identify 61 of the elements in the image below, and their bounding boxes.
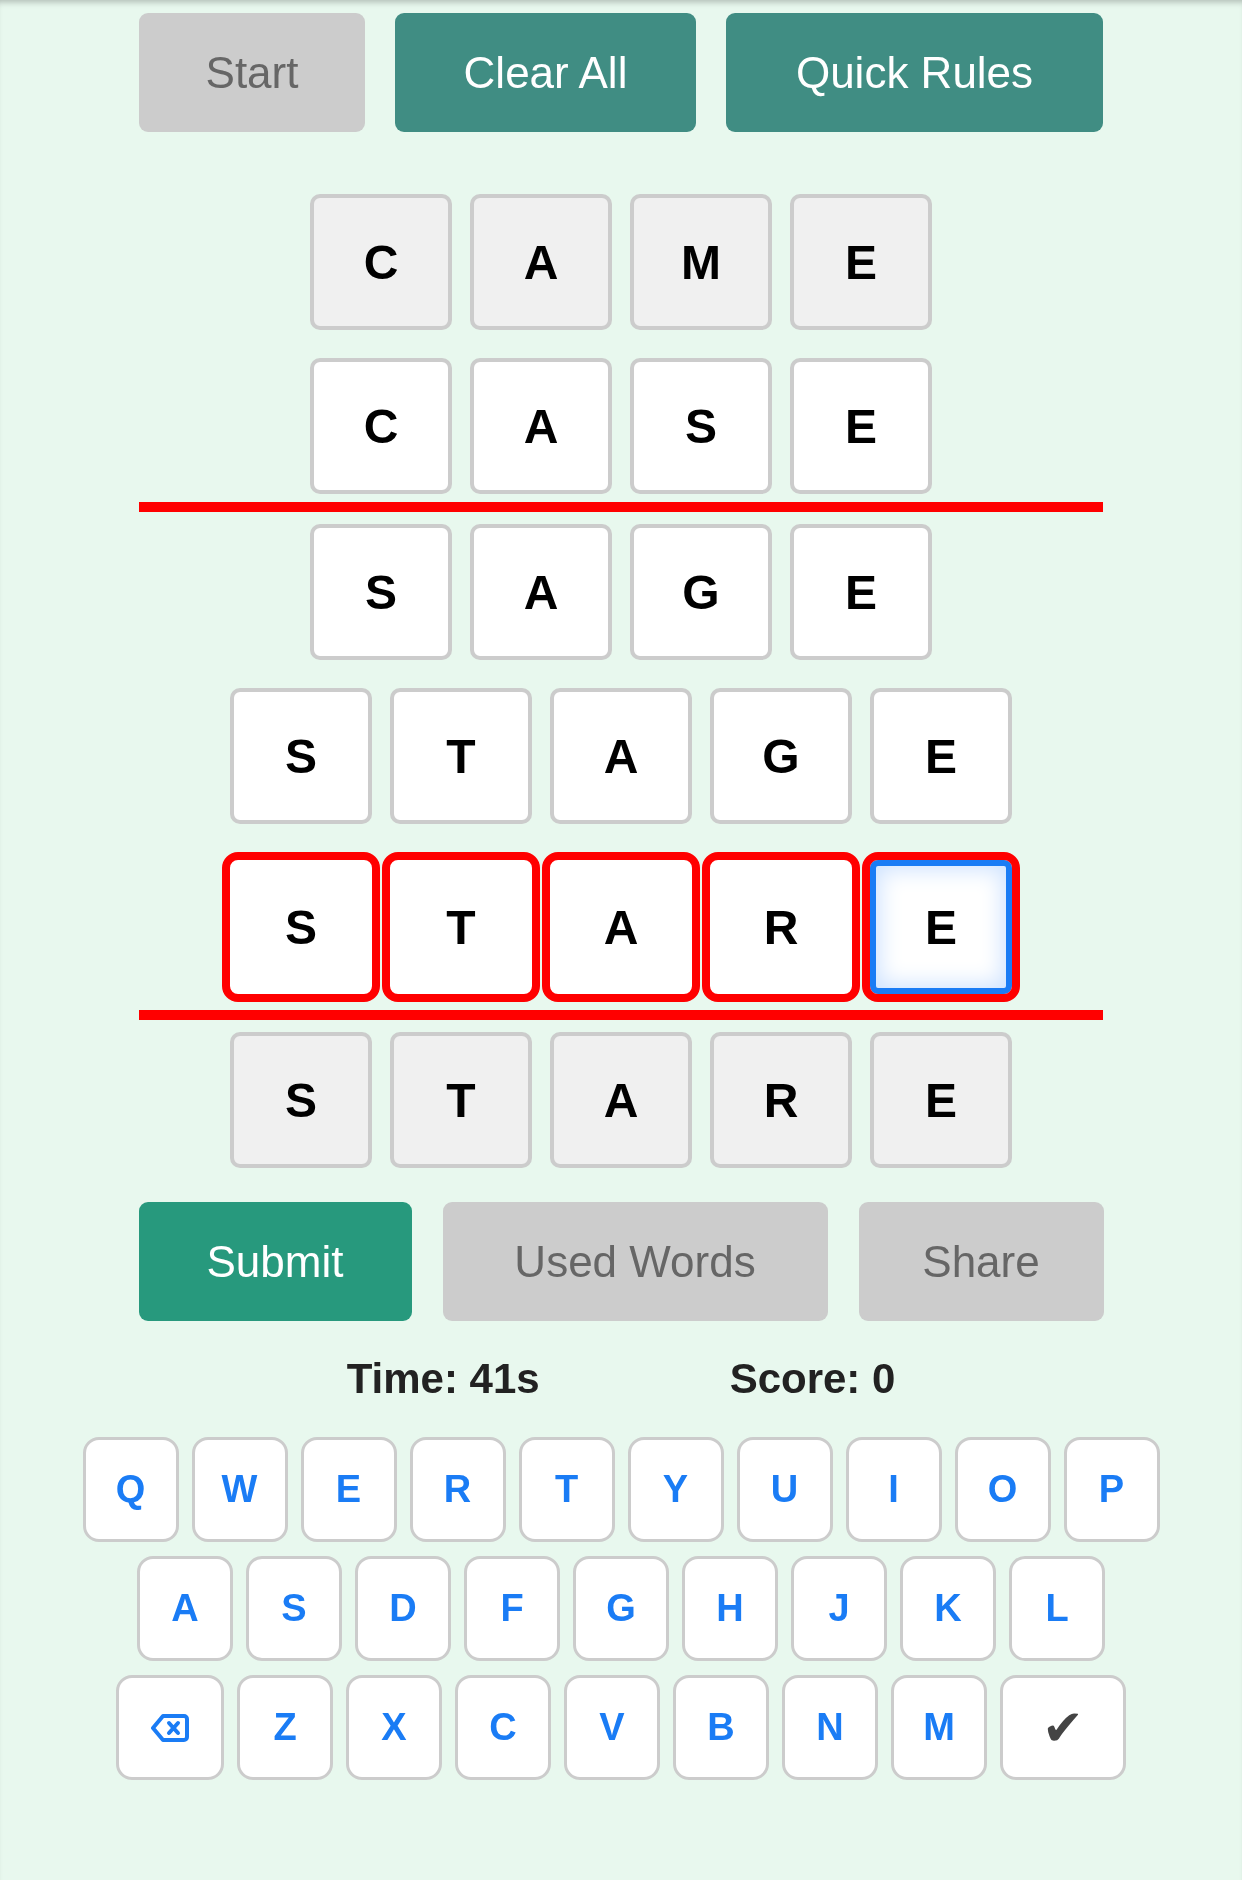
letter-tile[interactable]: S xyxy=(222,852,380,1002)
timer-text: Time: 41s xyxy=(346,1355,540,1403)
letter-key[interactable]: C xyxy=(455,1675,551,1780)
quick-rules-button[interactable]: Quick Rules xyxy=(726,13,1103,132)
letter-key[interactable]: F xyxy=(464,1556,560,1661)
letter-key[interactable]: N xyxy=(782,1675,878,1780)
submit-button[interactable]: Submit xyxy=(138,1202,412,1321)
letter-tile[interactable]: A xyxy=(470,358,612,494)
submit-key[interactable]: ✔ xyxy=(1000,1675,1126,1780)
letter-key[interactable]: Q xyxy=(82,1437,179,1542)
letter-tile[interactable]: R xyxy=(702,852,860,1002)
letter-key[interactable]: W xyxy=(191,1437,288,1542)
letter-tile[interactable]: A xyxy=(542,852,700,1002)
letter-tile[interactable]: A xyxy=(470,194,612,330)
letter-tile[interactable]: A xyxy=(550,1032,692,1168)
letter-tile[interactable]: S xyxy=(230,688,372,824)
letter-tile[interactable]: E xyxy=(790,358,932,494)
letter-tile[interactable]: C xyxy=(310,194,452,330)
letter-tile[interactable]: T xyxy=(390,688,532,824)
letter-tile[interactable]: E xyxy=(862,852,1020,1002)
letter-key[interactable]: B xyxy=(673,1675,769,1780)
letter-tile[interactable]: C xyxy=(310,358,452,494)
letter-tile[interactable]: M xyxy=(630,194,772,330)
letter-key[interactable]: G xyxy=(573,1556,669,1661)
letter-key[interactable]: O xyxy=(954,1437,1051,1542)
letter-key[interactable]: U xyxy=(736,1437,833,1542)
letter-key[interactable]: R xyxy=(409,1437,506,1542)
letter-tile[interactable]: S xyxy=(230,1032,372,1168)
letter-tile[interactable]: E xyxy=(790,524,932,660)
letter-tile[interactable]: A xyxy=(550,688,692,824)
letter-key[interactable]: E xyxy=(300,1437,397,1542)
letter-tile[interactable]: A xyxy=(470,524,612,660)
letter-key[interactable]: I xyxy=(845,1437,942,1542)
letter-tile[interactable]: E xyxy=(790,194,932,330)
letter-key[interactable]: J xyxy=(791,1556,887,1661)
letter-key[interactable]: Y xyxy=(627,1437,724,1542)
letter-key[interactable]: S xyxy=(246,1556,342,1661)
letter-key[interactable]: H xyxy=(682,1556,778,1661)
letter-key[interactable]: L xyxy=(1009,1556,1105,1661)
letter-tile[interactable]: S xyxy=(630,358,772,494)
backspace-icon xyxy=(151,1712,189,1743)
letter-tile[interactable]: G xyxy=(710,688,852,824)
letter-key[interactable]: T xyxy=(518,1437,615,1542)
letter-key[interactable]: D xyxy=(355,1556,451,1661)
letter-tile[interactable]: R xyxy=(710,1032,852,1168)
letter-key[interactable]: V xyxy=(564,1675,660,1780)
letter-tile[interactable]: E xyxy=(870,1032,1012,1168)
letter-key[interactable]: K xyxy=(900,1556,996,1661)
letter-key[interactable]: X xyxy=(346,1675,442,1780)
letter-key[interactable]: M xyxy=(891,1675,987,1780)
letter-key[interactable]: Z xyxy=(237,1675,333,1780)
letter-key[interactable]: P xyxy=(1063,1437,1160,1542)
letter-tile[interactable]: S xyxy=(310,524,452,660)
backspace-key[interactable] xyxy=(116,1675,224,1780)
clear-all-button[interactable]: Clear All xyxy=(395,13,696,132)
letter-key[interactable]: A xyxy=(137,1556,233,1661)
letter-tile[interactable]: G xyxy=(630,524,772,660)
letter-tile[interactable]: T xyxy=(382,852,540,1002)
score-text: Score: 0 xyxy=(729,1355,896,1403)
letter-tile[interactable]: T xyxy=(390,1032,532,1168)
letter-tile[interactable]: E xyxy=(870,688,1012,824)
